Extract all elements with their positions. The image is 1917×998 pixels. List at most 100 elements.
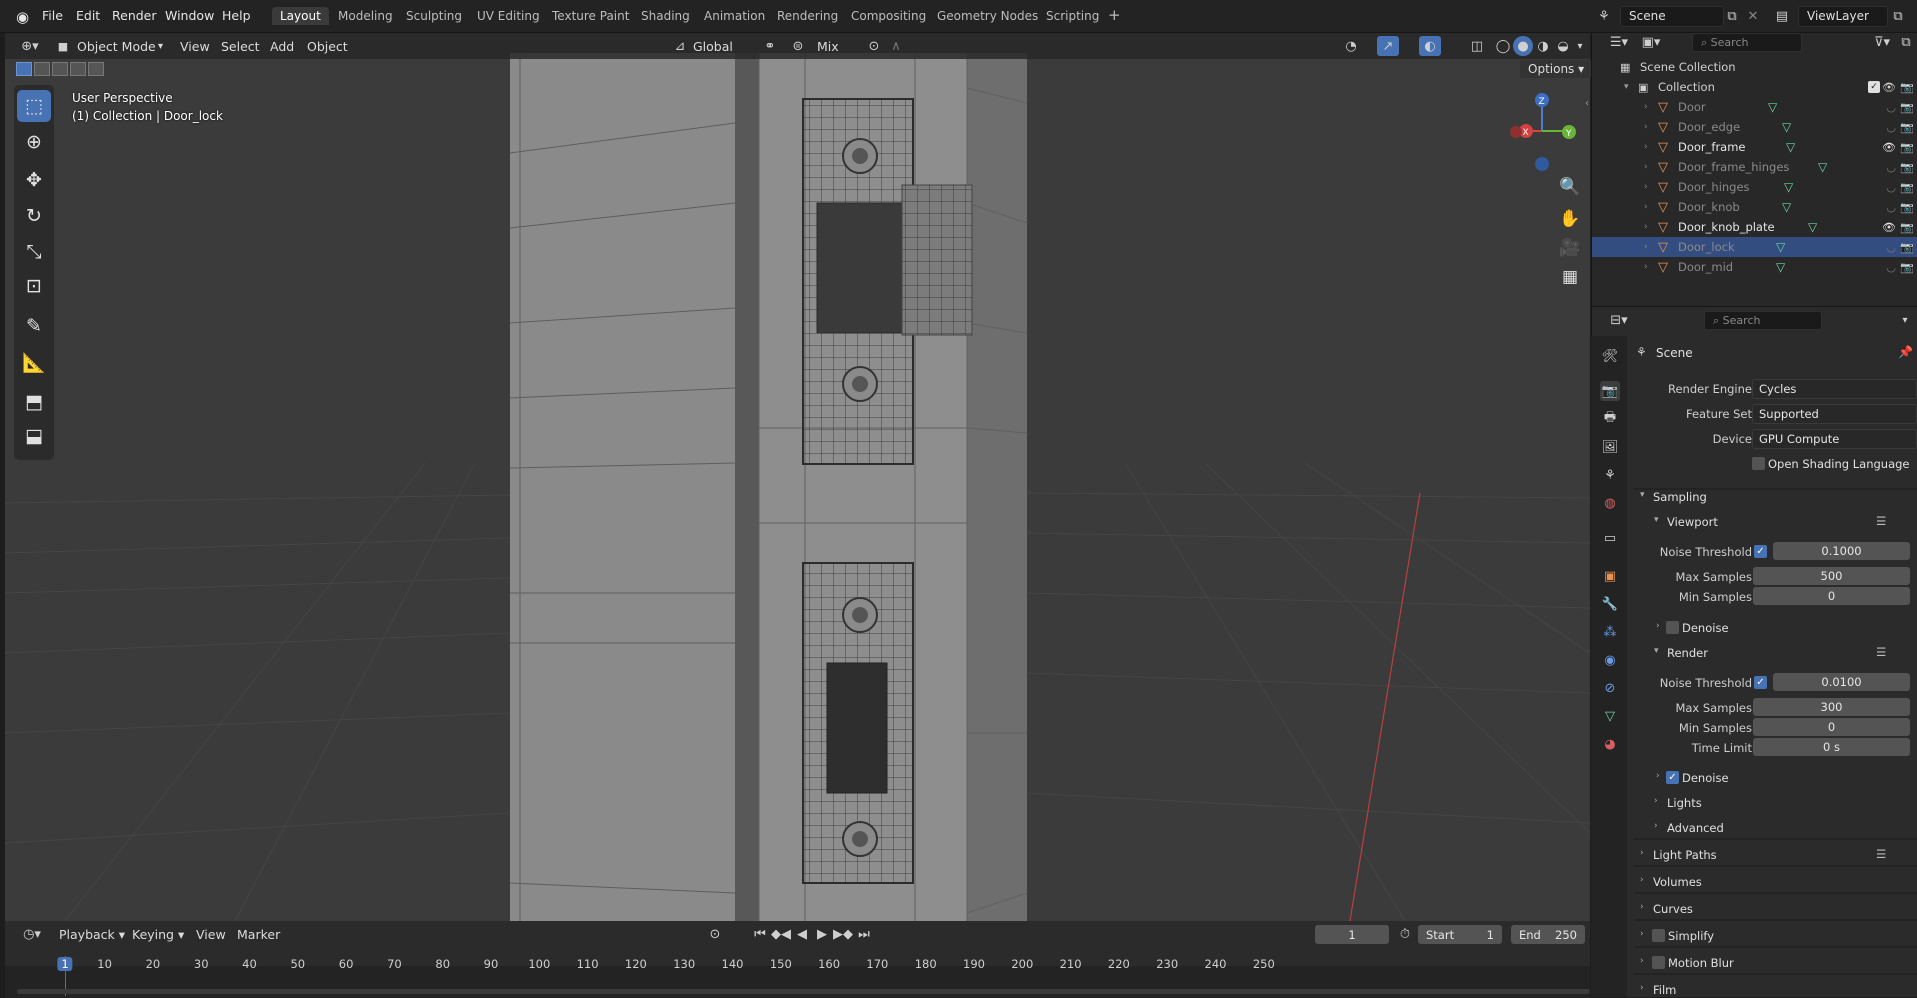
light-paths-presets-icon[interactable]: ☰ — [1876, 847, 1886, 861]
camera-icon[interactable]: 📷 — [1900, 181, 1914, 194]
tab-modeling[interactable]: Modeling — [338, 9, 393, 23]
select-extend-icon[interactable] — [34, 62, 50, 76]
r-noise-threshold-field[interactable]: 0.0100 — [1773, 673, 1910, 691]
r-denoise-checkbox[interactable]: ✓ — [1666, 771, 1679, 784]
r-max-samples-field[interactable]: 300 — [1753, 698, 1910, 716]
properties-search-input[interactable]: ⌕ Search — [1704, 311, 1822, 330]
collection-eye-icon[interactable]: 👁 — [1882, 81, 1896, 94]
curves-panel-header[interactable]: Curves — [1653, 902, 1693, 916]
mesh-data-icon[interactable]: ▽ — [1776, 240, 1785, 254]
select-new-icon[interactable] — [16, 62, 32, 76]
volumes-chevron-icon[interactable]: › — [1640, 875, 1644, 885]
camera-icon[interactable]: 📷 — [1900, 241, 1914, 254]
advanced-subpanel-header[interactable]: Advanced — [1667, 821, 1724, 835]
auto-keying-icon[interactable]: ⊙ — [706, 925, 724, 943]
outliner-item[interactable]: › ▽ Door_hinges ▽ ◡ 📷 — [1592, 177, 1917, 197]
simplify-chevron-icon[interactable]: › — [1640, 929, 1644, 939]
film-chevron-icon[interactable]: › — [1640, 983, 1644, 993]
collection-tab-icon[interactable]: ▭ — [1600, 528, 1620, 548]
object-tab-icon[interactable]: ▣ — [1600, 566, 1620, 586]
viewlayer-icon[interactable]: ▤ — [1770, 7, 1794, 25]
zoom-icon[interactable]: 🔍 — [1555, 172, 1585, 202]
modifier-tab-icon[interactable]: 🔧 — [1600, 594, 1620, 614]
feature-set-dropdown[interactable]: Supported — [1752, 404, 1917, 424]
outliner-item[interactable]: › ▽ Door_knob ▽ ◡ 📷 — [1592, 197, 1917, 217]
mesh-data-icon[interactable]: ▽ — [1818, 160, 1827, 174]
collection-expand-icon[interactable]: ▾ — [1624, 82, 1629, 92]
menu-keying[interactable]: Keying ▾ — [132, 927, 184, 942]
eye-closed-icon[interactable]: ◡ — [1886, 181, 1896, 194]
vp-max-samples-field[interactable]: 500 — [1753, 567, 1910, 585]
timeline-editor-icon[interactable]: ◷▾ — [19, 925, 45, 943]
sampling-panel-header[interactable]: Sampling — [1653, 490, 1707, 504]
eye-closed-icon[interactable]: ◡ — [1886, 121, 1896, 134]
cursor-tool-icon[interactable]: ⊕ — [17, 126, 51, 158]
next-keyframe-icon[interactable]: ▶◆ — [833, 925, 853, 943]
add-workspace-icon[interactable]: + — [1108, 6, 1121, 24]
select-invert-icon[interactable] — [70, 62, 86, 76]
solid-shading-icon[interactable]: ● — [1513, 36, 1533, 56]
vp-denoise-label[interactable]: Denoise — [1682, 621, 1729, 635]
render-subpanel-header[interactable]: Render — [1667, 646, 1708, 660]
camera-icon[interactable]: 📷 — [1900, 201, 1914, 214]
scene-selector[interactable]: Scene — [1620, 6, 1724, 27]
viewport-subpanel-header[interactable]: Viewport — [1667, 515, 1718, 529]
osl-checkbox[interactable] — [1752, 457, 1765, 470]
new-viewlayer-icon[interactable]: ⧉ — [1888, 7, 1908, 25]
add-cube-tool-icon[interactable]: ⬒ — [17, 386, 51, 418]
visibility-icon[interactable]: ◔ — [1340, 36, 1362, 56]
expand-icon[interactable]: › — [1644, 242, 1648, 252]
delete-scene-icon[interactable]: ✕ — [1744, 7, 1762, 25]
expand-icon[interactable]: › — [1644, 262, 1648, 272]
start-frame-field[interactable]: Start 1 — [1418, 925, 1502, 944]
vp-min-samples-field[interactable]: 0 — [1753, 587, 1910, 605]
outliner-item[interactable]: › ▽ Door_mid ▽ ◡ 📷 — [1592, 257, 1917, 277]
mode-dropdown[interactable]: Object Mode — [77, 39, 156, 54]
vp-denoise-checkbox[interactable] — [1666, 621, 1679, 634]
render-tab-icon[interactable]: 📷 — [1600, 381, 1620, 401]
filter-icon[interactable]: ⊽▾ — [1870, 33, 1894, 51]
r-min-samples-field[interactable]: 0 — [1753, 718, 1910, 736]
data-tab-icon[interactable]: ▽ — [1600, 706, 1620, 726]
eye-closed-icon[interactable]: ◡ — [1886, 261, 1896, 274]
mesh-data-icon[interactable]: ▽ — [1784, 180, 1793, 194]
blender-logo-icon[interactable]: ◉ — [16, 8, 29, 26]
camera-icon[interactable]: 📷 — [1900, 101, 1914, 114]
particles-tab-icon[interactable]: ⁂ — [1600, 622, 1620, 642]
measure-tool-icon[interactable]: 📐 — [17, 346, 51, 378]
camera-icon[interactable]: 📷 — [1900, 121, 1914, 134]
output-tab-icon[interactable]: 🖶 — [1600, 409, 1620, 429]
jump-start-icon[interactable]: ⏮ — [751, 925, 769, 943]
menu-help[interactable]: Help — [222, 8, 251, 23]
motion-blur-panel-header[interactable]: Motion Blur — [1668, 956, 1734, 970]
vp-denoise-chevron-icon[interactable]: › — [1656, 621, 1660, 631]
props-options-icon[interactable]: ▾ — [1898, 311, 1912, 329]
mesh-data-icon[interactable]: ▽ — [1782, 200, 1791, 214]
tab-sculpting[interactable]: Sculpting — [406, 9, 462, 23]
outliner-item[interactable]: › ▽ Door_edge ▽ ◡ 📷 — [1592, 117, 1917, 137]
snap-target-icon[interactable]: ⊜ — [789, 37, 807, 55]
lights-subpanel-header[interactable]: Lights — [1667, 796, 1702, 810]
play-icon[interactable]: ▶ — [813, 925, 831, 943]
r-denoise-chevron-icon[interactable]: › — [1656, 771, 1660, 781]
light-paths-chevron-icon[interactable]: › — [1640, 848, 1644, 858]
outliner-item[interactable]: › ▽ Door ▽ ◡ 📷 — [1592, 97, 1917, 117]
outliner-item[interactable]: › ▽ Door_frame ▽ 👁 📷 — [1592, 137, 1917, 157]
motion-blur-chevron-icon[interactable]: › — [1640, 956, 1644, 966]
menu-add[interactable]: Add — [270, 39, 294, 54]
mode-chevron-icon[interactable]: ▾ — [158, 41, 163, 52]
expand-icon[interactable]: › — [1644, 142, 1648, 152]
expand-icon[interactable]: › — [1644, 222, 1648, 232]
select-box-tool-icon[interactable]: ⬚ — [17, 90, 51, 122]
gizmo-toggle-icon[interactable]: ↗ — [1377, 36, 1399, 56]
end-frame-field[interactable]: End 250 — [1511, 925, 1585, 944]
viewport-chevron-icon[interactable]: ▾ — [1654, 515, 1659, 525]
camera-icon[interactable]: 📷 — [1900, 141, 1914, 154]
outliner-item[interactable]: › ▽ Door_lock ▽ ◡ 📷 — [1592, 237, 1917, 257]
tab-geometry-nodes[interactable]: Geometry Nodes — [937, 9, 1038, 23]
tool-tab-icon[interactable]: 🛠 — [1600, 346, 1620, 366]
rendered-shading-icon[interactable]: ◒ — [1553, 36, 1573, 56]
menu-edit[interactable]: Edit — [76, 8, 100, 23]
film-panel-header[interactable]: Film — [1653, 983, 1676, 997]
tab-compositing[interactable]: Compositing — [851, 9, 926, 23]
